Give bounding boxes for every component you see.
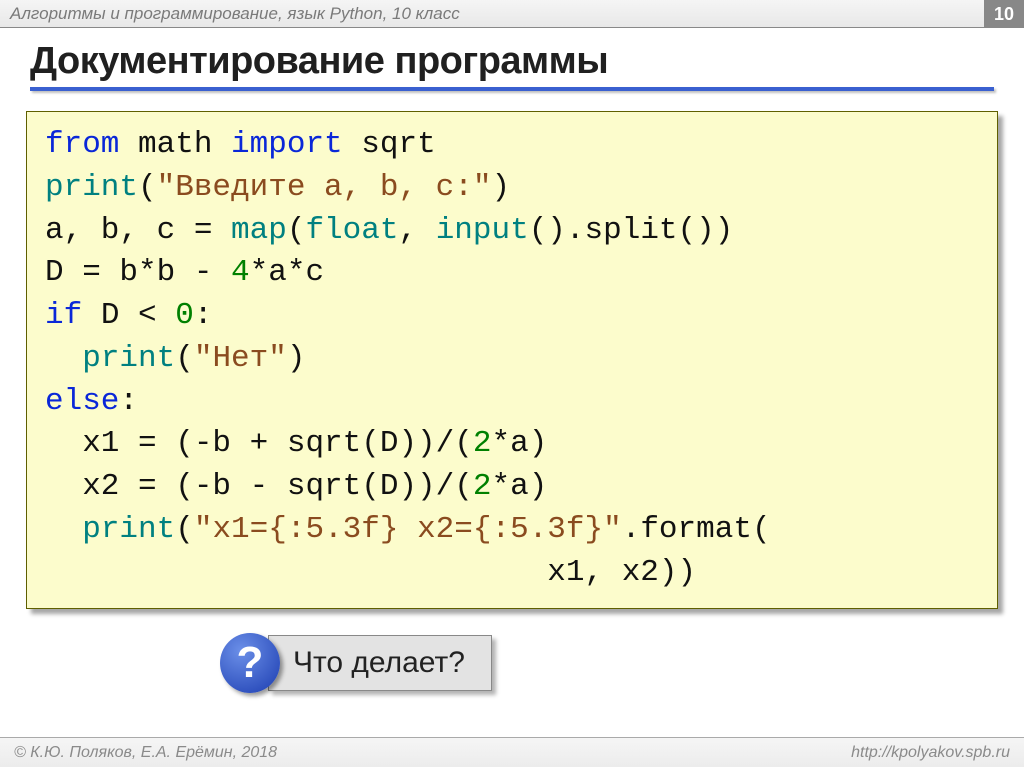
- code-token: import: [231, 127, 343, 162]
- code-token: math: [119, 127, 231, 162]
- code-token: map: [231, 213, 287, 248]
- code-token: *a*c: [250, 255, 324, 290]
- question-mark: ?: [237, 638, 264, 688]
- code-token: "Введите a, b, c:": [157, 170, 492, 205]
- code-token: x1 = (-b + sqrt(D))/(: [45, 426, 473, 461]
- code-token: input: [436, 213, 529, 248]
- code-token: [45, 341, 82, 376]
- code-token: x1, x2)): [45, 555, 696, 590]
- code-token: D <: [82, 298, 175, 333]
- question-row: ? Что делает?: [220, 633, 1024, 693]
- code-token: .format(: [622, 512, 771, 547]
- code-token: print: [82, 341, 175, 376]
- code-token: ,: [398, 213, 435, 248]
- code-token: 0: [175, 298, 194, 333]
- code-token: "x1={:5.3f} x2={:5.3f}": [194, 512, 622, 547]
- page-title: Документирование программы: [30, 40, 994, 83]
- code-token: ): [491, 170, 510, 205]
- code-token: :: [119, 384, 138, 419]
- footer-url: http://kpolyakov.spb.ru: [851, 744, 1010, 762]
- code-token: (: [287, 213, 306, 248]
- code-token: x2 = (-b - sqrt(D))/(: [45, 469, 473, 504]
- code-token: (: [138, 170, 157, 205]
- code-block: from math import sqrt print("Введите a, …: [26, 111, 998, 609]
- question-text: Что делает?: [293, 646, 465, 679]
- code-token: print: [82, 512, 175, 547]
- code-token: if: [45, 298, 82, 333]
- code-token: [45, 512, 82, 547]
- footer-copyright: © К.Ю. Поляков, Е.А. Ерёмин, 2018: [14, 744, 277, 762]
- code-token: ().split()): [529, 213, 734, 248]
- code-token: 2: [473, 426, 492, 461]
- code-token: 2: [473, 469, 492, 504]
- code-token: sqrt: [343, 127, 436, 162]
- code-token: (: [175, 341, 194, 376]
- code-token: float: [305, 213, 398, 248]
- code-token: *a): [491, 469, 547, 504]
- title-area: Документирование программы: [0, 28, 1024, 97]
- code-token: 4: [231, 255, 250, 290]
- code-token: (: [175, 512, 194, 547]
- code-token: *a): [491, 426, 547, 461]
- code-token: print: [45, 170, 138, 205]
- code-token: a, b, c =: [45, 213, 231, 248]
- question-box: Что делает?: [268, 635, 492, 691]
- header-bar: Алгоритмы и программирование, язык Pytho…: [0, 0, 1024, 28]
- code-token: :: [194, 298, 213, 333]
- code-token: "Нет": [194, 341, 287, 376]
- question-mark-icon: ?: [220, 633, 280, 693]
- code-token: D = b*b -: [45, 255, 231, 290]
- code-token: else: [45, 384, 119, 419]
- code-token: ): [287, 341, 306, 376]
- breadcrumb: Алгоритмы и программирование, язык Pytho…: [10, 4, 460, 24]
- title-underline: [30, 87, 994, 91]
- footer-bar: © К.Ю. Поляков, Е.А. Ерёмин, 2018 http:/…: [0, 737, 1024, 767]
- code-token: from: [45, 127, 119, 162]
- page-number: 10: [984, 0, 1024, 28]
